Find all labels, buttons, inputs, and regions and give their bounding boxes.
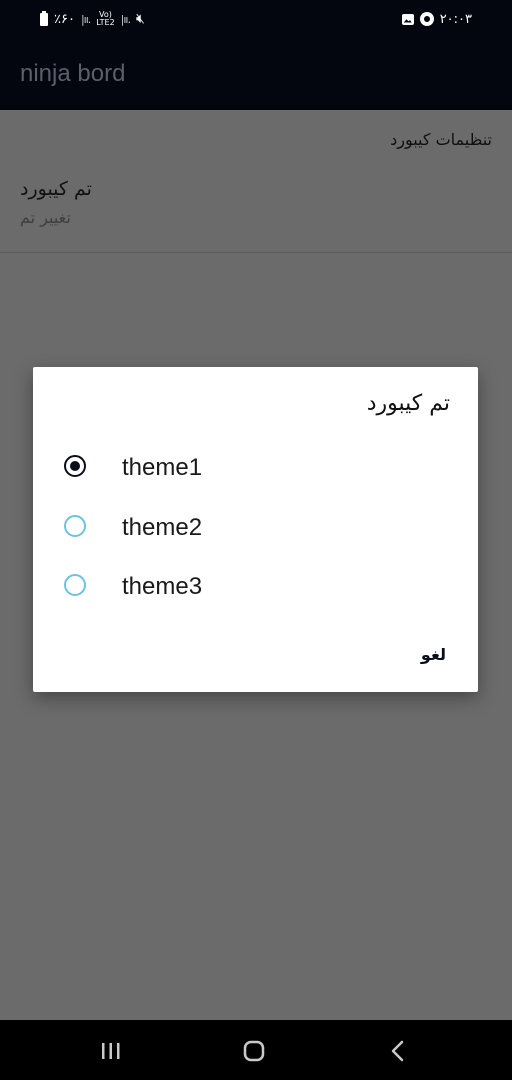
radio-unchecked-icon[interactable]: [64, 574, 86, 596]
app-bar: ninja bord: [0, 38, 512, 110]
home-icon: [243, 1040, 265, 1062]
option-theme1[interactable]: theme1: [33, 439, 478, 495]
cancel-button[interactable]: لغو: [415, 641, 452, 668]
status-time: ۲۰:۰۳: [439, 11, 472, 27]
status-bar: ٪۶۰ |ıı. Vo) LTE2 |ıı. 🔇︎ ۲۰:۰۳: [0, 0, 512, 38]
radio-unchecked-icon[interactable]: [64, 515, 86, 537]
status-left: ٪۶۰ |ıı. Vo) LTE2 |ıı. 🔇︎: [40, 9, 145, 29]
theme-dialog: تم کیبورد theme1 theme2 theme3 لغو: [33, 367, 478, 692]
option-theme2[interactable]: theme2: [33, 499, 478, 555]
option-theme3[interactable]: theme3: [33, 558, 478, 614]
option-label: theme1: [122, 454, 203, 481]
navigation-bar: [0, 1020, 512, 1080]
option-label: theme3: [122, 573, 203, 600]
option-label: theme2: [122, 514, 203, 541]
battery-percent: ٪۶۰: [54, 11, 75, 27]
back-button[interactable]: [378, 1038, 418, 1064]
preference-summary: تغییر تم: [20, 208, 71, 227]
home-button[interactable]: [234, 1038, 274, 1064]
gallery-icon: [401, 13, 414, 25]
network-type: Vo) LTE2: [96, 11, 114, 27]
dialog-title: تم کیبورد: [366, 391, 450, 416]
battery-icon: [40, 10, 48, 26]
recent-apps-button[interactable]: [91, 1038, 131, 1064]
section-header: تنظیمات کیبورد: [390, 130, 492, 149]
status-right: ۲۰:۰۳: [401, 9, 472, 29]
radio-checked-icon[interactable]: [64, 455, 86, 477]
app-title: ninja bord: [20, 60, 126, 87]
back-icon: [391, 1040, 404, 1062]
preference-title: تم کیبورد: [20, 178, 92, 200]
network-label-bottom: LTE2: [96, 18, 115, 27]
signal-icon: |ıı.: [80, 12, 91, 26]
mute-icon: 🔇︎: [136, 11, 145, 27]
recent-apps-icon: [102, 1043, 120, 1059]
signal-icon-2: |ıı.: [120, 12, 131, 26]
telegram-icon: [419, 12, 434, 26]
keyboard-theme-preference[interactable]: تم کیبورد تغییر تم: [0, 170, 512, 253]
